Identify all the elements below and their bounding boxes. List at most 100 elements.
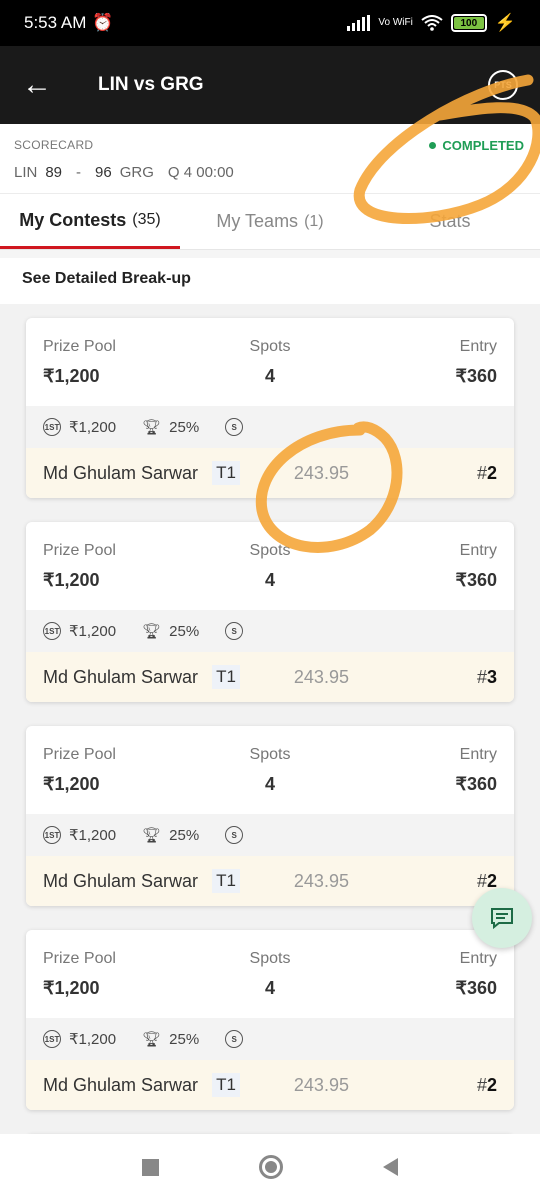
prize-pool-label: Prize Pool: [43, 950, 116, 967]
single-entry-icon: S: [225, 622, 244, 640]
prize-pool-value: ₹1,200: [43, 978, 100, 998]
system-nav-bar: [0, 1134, 540, 1200]
alarm-icon: ⏰: [92, 13, 114, 32]
win-percent: 25%: [169, 826, 200, 844]
tab-stats[interactable]: Stats: [360, 194, 540, 249]
first-prize-value: ₹1,200: [69, 827, 117, 844]
status-time: 5:53 AM: [24, 13, 87, 32]
prize-pool-value: ₹1,200: [43, 366, 100, 386]
single-entry-icon: S: [225, 826, 244, 844]
win-percent: 25%: [169, 1030, 200, 1048]
rank-hash: #: [476, 870, 487, 891]
first-prize-value: ₹1,200: [69, 1031, 117, 1048]
detailed-breakup-link[interactable]: See Detailed Break-up: [0, 258, 540, 304]
prize-pool-label: Prize Pool: [43, 746, 116, 763]
arrow-left-icon: ←: [22, 68, 52, 101]
home-button[interactable]: [259, 1155, 283, 1179]
team-points: 243.95: [293, 666, 349, 687]
entry-value: ₹360: [455, 774, 497, 794]
scorecard[interactable]: SCORECARD LIN 89 - 96 GRG Q 4 00:00 COMP…: [0, 124, 540, 194]
team-row[interactable]: Md Ghulam Sarwar T1 243.95 #2: [26, 856, 514, 906]
tab-count: (1): [304, 212, 324, 230]
entry-value: ₹360: [455, 570, 497, 590]
team-row[interactable]: Md Ghulam Sarwar T1 243.95 #2: [26, 1060, 514, 1110]
rank-hash: #: [476, 462, 487, 483]
team-badge: T1: [212, 1073, 240, 1097]
user-name: Md Ghulam Sarwar: [43, 666, 199, 687]
chat-button[interactable]: [472, 888, 532, 948]
match-period: Q 4 00:00: [167, 164, 234, 181]
trophy-icon: 🏆︎: [142, 827, 162, 844]
team-rank: #2: [477, 1075, 497, 1096]
spots-value: 4: [264, 366, 275, 386]
contest-card[interactable]: Prize Pool ₹1,200 Spots 4 Entry ₹360 1ST ₹1…: [26, 522, 514, 702]
tab-label: Stats: [429, 211, 471, 231]
first-prize-icon: 1ST: [43, 622, 61, 640]
first-prize-value: ₹1,200: [69, 419, 117, 436]
status-bar: 5:53 AM ⏰ Vo WiFi 100 ⚡: [0, 0, 540, 46]
win-percent: 25%: [169, 622, 200, 640]
wifi-icon: [421, 15, 443, 31]
contest-card[interactable]: Prize Pool ₹1,200 Spots 4 Entry ₹360 1ST ₹1…: [26, 318, 514, 498]
entry-label: Entry: [459, 542, 497, 559]
spots-label: Spots: [249, 746, 291, 763]
score-line: LIN 89 - 96 GRG Q 4 00:00: [14, 164, 526, 181]
team-badge: T1: [212, 665, 240, 689]
prize-pool-value: ₹1,200: [43, 570, 100, 590]
team-points: 243.95: [293, 870, 349, 891]
contest-list: Prize Pool ₹1,200 Spots 4 Entry ₹360 1ST ₹1…: [0, 304, 540, 1134]
tab-label: My Contests: [19, 209, 127, 230]
contest-meta: 1ST ₹1,200 🏆︎ 25% S: [26, 406, 514, 448]
spots-value: 4: [264, 978, 275, 998]
rank-value: 2: [486, 1074, 497, 1095]
win-percent: 25%: [169, 418, 200, 436]
contest-meta: 1ST ₹1,200 🏆︎ 25% S: [26, 610, 514, 652]
score-separator: -: [76, 164, 82, 181]
team-row[interactable]: Md Ghulam Sarwar T1 243.95 #2: [26, 448, 514, 498]
entry-value: ₹360: [455, 978, 497, 998]
back-button[interactable]: ←: [22, 68, 62, 102]
charging-icon: ⚡: [494, 13, 516, 32]
contest-card[interactable]: Prize Pool ₹1,200 Spots 4 Entry ₹360 1ST ₹1…: [26, 930, 514, 1110]
status-badge: COMPLETED: [429, 138, 524, 153]
team-badge: T1: [212, 869, 240, 893]
first-prize-icon: 1ST: [43, 418, 61, 436]
chat-icon: [491, 908, 513, 930]
spots-label: Spots: [249, 338, 291, 355]
tab-my-contests[interactable]: My Contests (35): [0, 194, 180, 249]
tab-label: My Teams: [216, 211, 299, 231]
entry-label: Entry: [459, 338, 497, 355]
page-title: LIN vs GRG: [98, 74, 204, 95]
user-name: Md Ghulam Sarwar: [43, 870, 199, 891]
battery-level: 100: [453, 17, 484, 29]
trophy-icon: 🏆︎: [142, 419, 162, 436]
signal-icon: [347, 15, 371, 31]
team-rank: #3: [477, 667, 497, 688]
contest-meta: 1ST ₹1,200 🏆︎ 25% S: [26, 814, 514, 856]
status-dot-icon: [429, 142, 437, 149]
back-nav-button[interactable]: [383, 1158, 398, 1176]
recents-button[interactable]: [142, 1158, 159, 1176]
entry-value: ₹360: [455, 366, 497, 386]
contest-card[interactable]: Prize Pool ₹1,200 Spots 4 Entry ₹360 1ST ₹1…: [26, 726, 514, 906]
tab-bar: My Contests (35) My Teams (1) Stats: [0, 194, 540, 250]
tab-my-teams[interactable]: My Teams (1): [180, 194, 360, 249]
spots-label: Spots: [249, 950, 291, 967]
single-entry-icon: S: [225, 418, 244, 436]
pts-button[interactable]: PTS: [488, 70, 518, 100]
team-points: 243.95: [293, 1074, 349, 1095]
team2-name: GRG: [119, 164, 154, 181]
battery-icon: 100: [450, 14, 487, 32]
first-prize-icon: 1ST: [43, 826, 61, 844]
trophy-icon: 🏆︎: [142, 1031, 162, 1048]
prize-pool-label: Prize Pool: [43, 338, 116, 355]
team-badge: T1: [212, 461, 240, 485]
team1-name: LIN: [14, 164, 38, 181]
tab-count: (35): [132, 211, 161, 228]
team-row[interactable]: Md Ghulam Sarwar T1 243.95 #3: [26, 652, 514, 702]
rank-hash: #: [476, 1074, 487, 1095]
app-bar: ← LIN vs GRG PTS: [0, 46, 540, 124]
first-prize-icon: 1ST: [43, 1030, 61, 1048]
rank-value: 2: [486, 462, 497, 483]
status-text: COMPLETED: [442, 138, 524, 153]
